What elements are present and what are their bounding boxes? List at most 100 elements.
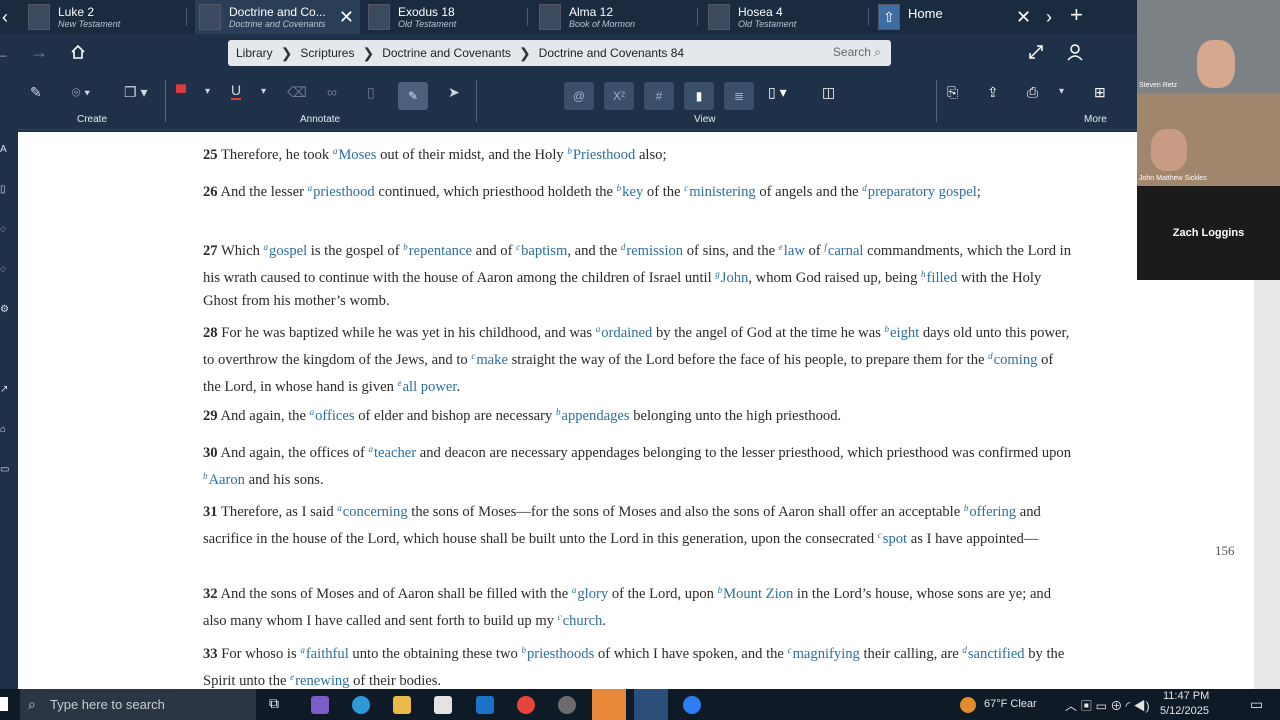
taskbar-search-input[interactable]: ⌕ Type here to search [20, 689, 256, 720]
copilot-icon[interactable] [311, 696, 329, 714]
strip-icon[interactable]: ⚙ [0, 304, 9, 315]
footnote-link[interactable]: dremission [621, 242, 683, 259]
footnote-link[interactable]: bAaron [203, 471, 245, 488]
media-player-icon[interactable] [558, 696, 576, 714]
footnote-link[interactable]: cbaptism [516, 242, 567, 259]
share-icon[interactable]: ⇪ [987, 84, 999, 101]
tab-doctrine-and-covenants[interactable]: Doctrine and Co... Doctrine and Covenants… [195, 0, 360, 34]
superscript-icon[interactable]: X² [604, 82, 634, 110]
search-input[interactable]: Search ⌕ [833, 45, 881, 60]
strip-icon[interactable]: ↗ [0, 384, 8, 395]
home-icon[interactable] [70, 44, 86, 60]
footnote-link[interactable]: bappendages [556, 407, 630, 424]
footnote-link[interactable]: bPriesthood [567, 146, 635, 163]
expand-icon[interactable] [1028, 44, 1044, 60]
footnote-link[interactable]: aMoses [333, 146, 377, 163]
footnote-link[interactable]: beight [885, 324, 920, 341]
strip-icon[interactable]: ◌ [0, 224, 8, 235]
footnote-link[interactable]: bMount Zion [718, 585, 794, 602]
page-icon[interactable]: ▯ [367, 84, 375, 101]
tab-alma-12[interactable]: Alma 12 Book of Mormon [539, 0, 694, 34]
tag-dropdown-icon[interactable]: ⌾ ▾ [72, 84, 90, 101]
at-sign-icon[interactable]: @ [564, 82, 594, 110]
cursor-select-icon[interactable]: ➤ [448, 84, 460, 101]
footnote-link[interactable]: dcoming [988, 351, 1037, 368]
zoom-icon[interactable] [683, 696, 701, 714]
document-icon[interactable]: ▮ [684, 82, 714, 110]
footnote-link[interactable]: cspot [878, 530, 907, 547]
underline-dropdown-icon[interactable]: ▾ [261, 86, 266, 97]
gospel-library-icon[interactable] [634, 689, 668, 720]
footnote-link[interactable]: bkey [617, 183, 644, 200]
print-icon[interactable]: ⎙ [1027, 84, 1038, 101]
panel-layout-icon[interactable]: ▯ ▾ [768, 84, 787, 101]
task-view-icon[interactable]: ⧉ [269, 695, 287, 713]
tab-luke-2[interactable]: Luke 2 New Testament [28, 0, 186, 34]
footnote-link[interactable]: erenewing [290, 672, 349, 689]
tabs-scroll-right-icon[interactable]: › [1046, 8, 1052, 26]
link-icon[interactable]: ∞ [327, 84, 337, 100]
tab-hosea-4[interactable]: Hosea 4 Old Testament [708, 0, 863, 34]
start-menu-icon[interactable] [0, 697, 8, 711]
footnote-link[interactable]: cmagnifying [788, 645, 860, 662]
close-window-icon[interactable]: ✕ [1016, 8, 1031, 26]
copy-dropdown-icon[interactable]: ❐ ▾ [124, 84, 147, 101]
weather-text[interactable]: 67°F Clear [984, 698, 1037, 710]
footnote-link[interactable]: fcarnal [824, 242, 863, 259]
outlook-icon[interactable] [476, 696, 494, 714]
highlighter-dropdown-icon[interactable]: ▾ [205, 86, 210, 97]
breadcrumb-doctrine-and-covenants[interactable]: Doctrine and Covenants [376, 46, 517, 60]
add-panel-icon[interactable]: ⊞ [1094, 84, 1106, 101]
clock-time[interactable]: 11:47 PM [1163, 690, 1209, 702]
footnote-link[interactable]: afaithful [300, 645, 348, 662]
breadcrumb-section[interactable]: Doctrine and Covenants 84 [533, 46, 690, 60]
highlighter-icon[interactable]: ▀ [176, 84, 186, 100]
footnote-link[interactable]: elaw [779, 242, 805, 259]
footnote-link[interactable]: dsanctified [962, 645, 1024, 662]
underline-icon[interactable]: U [231, 82, 242, 100]
notifications-icon[interactable]: ▭ [1250, 696, 1263, 713]
tab-exodus-18[interactable]: Exodus 18 Old Testament [368, 0, 518, 34]
footnote-link[interactable]: bpriesthoods [521, 645, 594, 662]
text-lines-icon[interactable]: ≣ [724, 82, 754, 110]
tray-icons[interactable]: ︿ ▣ ▭ ⊕ ◜ ◀) [1065, 697, 1150, 714]
footnote-link[interactable]: gJohn [715, 269, 748, 286]
file-explorer-icon[interactable] [393, 696, 411, 714]
split-view-icon[interactable]: ◫ [822, 84, 835, 101]
footnote-link[interactable]: agospel [264, 242, 308, 259]
eraser-icon[interactable]: ⌫ [287, 84, 307, 101]
footnote-link[interactable]: brepentance [403, 242, 472, 259]
verse-number-icon[interactable]: # [644, 82, 674, 110]
more-group-label[interactable]: More [1084, 114, 1107, 125]
copy-to-icon[interactable]: ⎘ [947, 84, 958, 101]
taskbar-app-icon[interactable] [592, 689, 626, 720]
print-dropdown-icon[interactable]: ▾ [1059, 86, 1064, 97]
footnote-link[interactable]: aordained [596, 324, 653, 341]
new-tab-icon[interactable]: + [1070, 4, 1083, 26]
user-account-icon[interactable] [1067, 43, 1083, 61]
footnote-link[interactable]: dpreparatory gospel [862, 183, 977, 200]
store-icon[interactable] [434, 696, 452, 714]
forward-arrow-icon[interactable]: → [30, 43, 48, 61]
strip-icon[interactable]: ▯ [0, 184, 8, 195]
footnote-link[interactable]: ateacher [369, 444, 417, 461]
footnote-link[interactable]: aconcerning [337, 503, 407, 520]
sidebar-handle-icon[interactable]: – [0, 46, 7, 64]
clock-date[interactable]: 5/12/2025 [1160, 705, 1209, 717]
breadcrumb-library[interactable]: Library [228, 46, 279, 60]
annotate-mode-icon[interactable]: ✎ [398, 82, 428, 110]
strip-icon[interactable]: ◌ [0, 264, 8, 275]
chrome-icon[interactable] [517, 696, 535, 714]
footnote-link[interactable]: aoffices [310, 407, 355, 424]
footnote-link[interactable]: aglory [572, 585, 608, 602]
footnote-link[interactable]: eall power [398, 378, 457, 395]
breadcrumb-scriptures[interactable]: Scriptures [294, 46, 360, 60]
strip-icon[interactable]: ▭ [0, 464, 9, 475]
close-tab-icon[interactable]: ✕ [339, 7, 354, 28]
footnote-link[interactable]: cmake [471, 351, 508, 368]
footnote-link[interactable]: hfilled [921, 269, 957, 286]
footnote-link[interactable]: cministering [684, 183, 755, 200]
footnote-link[interactable]: apriesthood [308, 183, 375, 200]
strip-icon[interactable]: A [0, 144, 8, 155]
footnote-link[interactable]: cchurch [558, 612, 603, 629]
